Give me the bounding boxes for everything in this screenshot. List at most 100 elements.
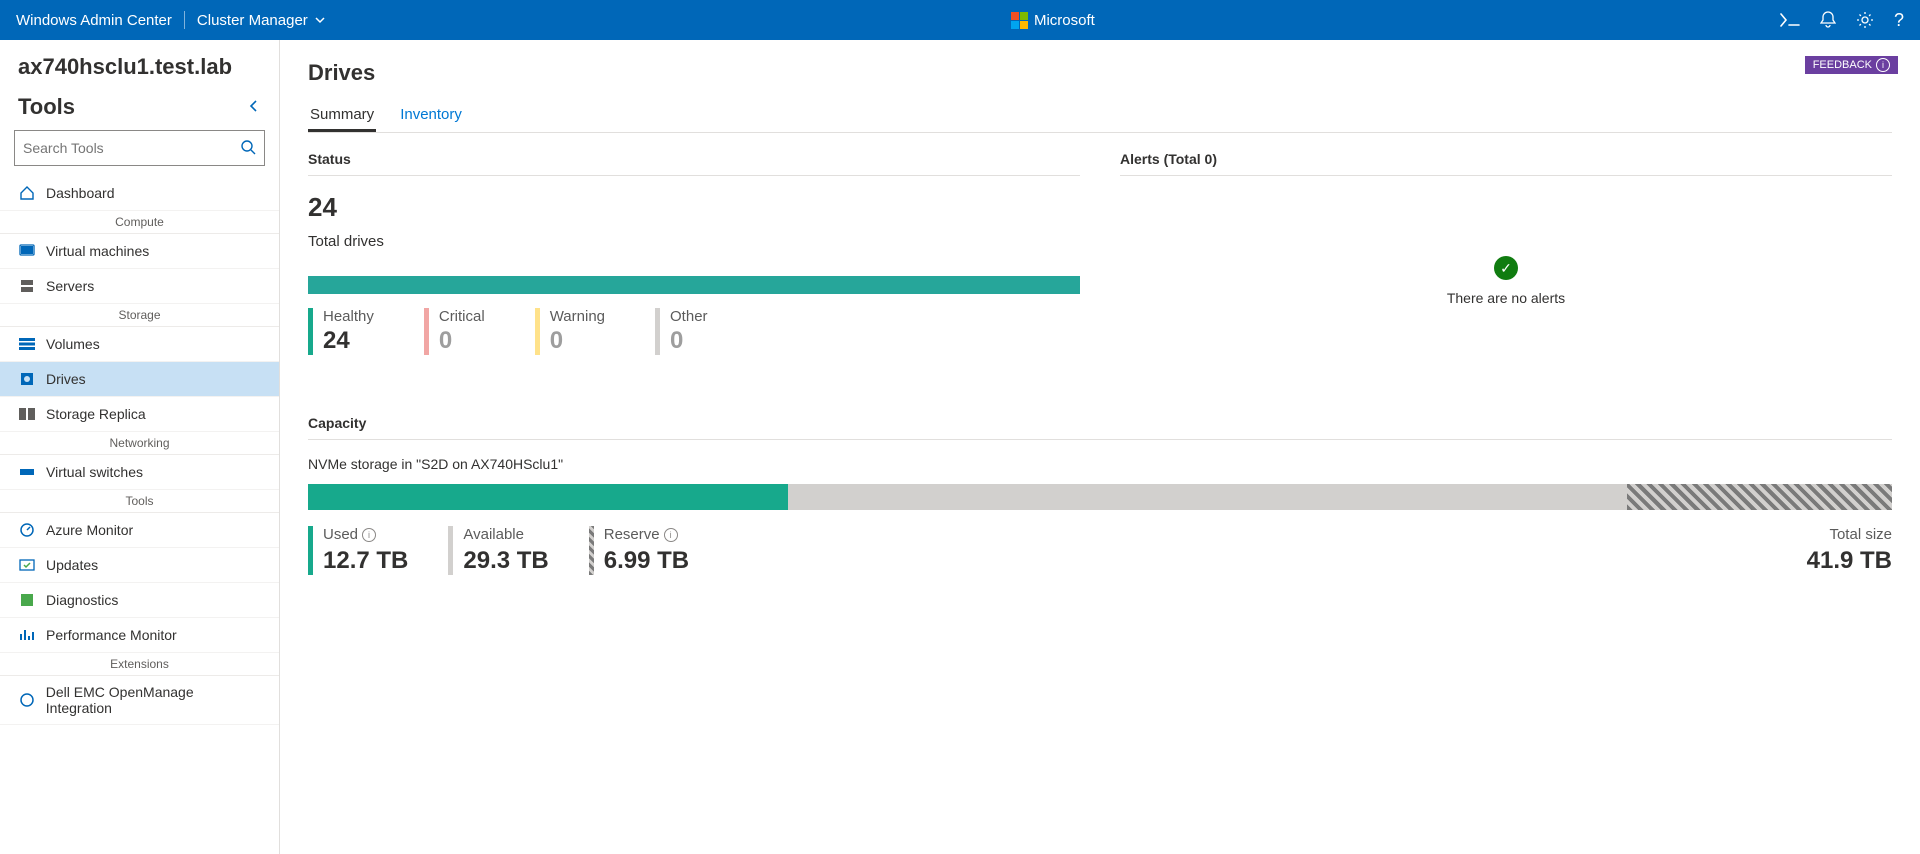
nav-label: Drives: [46, 371, 86, 387]
gear-icon: [1856, 11, 1874, 29]
nav-updates[interactable]: Updates: [0, 548, 279, 583]
tab-summary[interactable]: Summary: [308, 100, 376, 132]
status-other: Other 0: [655, 308, 708, 355]
other-value: 0: [670, 327, 708, 355]
alerts-heading: Alerts (Total 0): [1120, 151, 1892, 176]
nav-dell-omi[interactable]: Dell EMC OpenManage Integration: [0, 676, 279, 725]
nav-storage-replica[interactable]: Storage Replica: [0, 397, 279, 432]
healthy-value: 24: [323, 327, 374, 355]
context-switcher[interactable]: Cluster Manager: [197, 12, 326, 29]
status-warning: Warning 0: [535, 308, 605, 355]
nav-group-storage: Storage: [0, 304, 279, 327]
critical-label: Critical: [439, 308, 485, 325]
nav-label: Virtual switches: [46, 464, 143, 480]
checkmark-circle-icon: ✓: [1494, 256, 1518, 280]
updates-icon: [18, 556, 36, 574]
microsoft-logo-icon: [1011, 12, 1028, 29]
switch-icon: [18, 463, 36, 481]
capacity-reserve: Reserve i 6.99 TB: [589, 526, 689, 575]
feedback-label: FEEDBACK: [1813, 59, 1872, 71]
nav-diagnostics[interactable]: Diagnostics: [0, 583, 279, 618]
info-icon[interactable]: i: [362, 528, 376, 542]
replica-icon: [18, 405, 36, 423]
nav-volumes[interactable]: Volumes: [0, 327, 279, 362]
used-value: 12.7 TB: [323, 547, 408, 575]
nav-virtual-machines[interactable]: Virtual machines: [0, 234, 279, 269]
nav-azure-monitor[interactable]: Azure Monitor: [0, 513, 279, 548]
help-button[interactable]: ?: [1894, 10, 1904, 31]
settings-button[interactable]: [1856, 11, 1874, 29]
tools-heading: Tools: [18, 94, 75, 120]
capacity-heading: Capacity: [308, 415, 1892, 440]
nav-label: Virtual machines: [46, 243, 149, 259]
nav-dashboard[interactable]: Dashboard: [0, 176, 279, 211]
nav-group-tools: Tools: [0, 490, 279, 513]
page-title: Drives: [308, 60, 1892, 86]
info-icon[interactable]: i: [664, 528, 678, 542]
reserve-value: 6.99 TB: [604, 547, 689, 575]
status-bar: [308, 276, 1080, 294]
critical-value: 0: [439, 327, 485, 355]
tab-inventory[interactable]: Inventory: [398, 100, 464, 132]
brand-label[interactable]: Windows Admin Center: [16, 12, 172, 29]
total-drives-value: 24: [308, 192, 1080, 223]
help-icon: ?: [1894, 10, 1904, 31]
warning-label: Warning: [550, 308, 605, 325]
nav-label: Updates: [46, 557, 98, 573]
context-label: Cluster Manager: [197, 12, 308, 29]
alerts-section: Alerts (Total 0) ✓ There are no alerts: [1120, 151, 1892, 355]
nav-group-compute: Compute: [0, 211, 279, 234]
home-icon: [18, 184, 36, 202]
nav-list: Dashboard Compute Virtual machines Serve…: [0, 176, 279, 725]
feedback-button[interactable]: FEEDBACK i: [1805, 56, 1898, 74]
nav-label: Dashboard: [46, 185, 115, 201]
other-label: Other: [670, 308, 708, 325]
topbar: Windows Admin Center Cluster Manager Mic…: [0, 0, 1920, 40]
capacity-bar-used: [308, 484, 788, 510]
available-label: Available: [463, 526, 524, 543]
nav-drives[interactable]: Drives: [0, 362, 279, 397]
used-label: Used: [323, 526, 358, 543]
search-icon: [240, 139, 256, 158]
ms-brand[interactable]: Microsoft: [1011, 12, 1095, 29]
capacity-bar-reserve: [1627, 484, 1892, 510]
nav-servers[interactable]: Servers: [0, 269, 279, 304]
tabs: Summary Inventory: [308, 100, 1892, 133]
nav-label: Azure Monitor: [46, 522, 133, 538]
server-icon: [18, 277, 36, 295]
sidebar: ax740hsclu1.test.lab Tools Dashboard Com…: [0, 40, 280, 854]
search-tools-box[interactable]: [14, 130, 265, 166]
capacity-bar-available: [788, 484, 1628, 510]
status-critical: Critical 0: [424, 308, 485, 355]
topbar-divider: [184, 11, 185, 29]
reserve-label: Reserve: [604, 526, 660, 543]
ms-label: Microsoft: [1034, 12, 1095, 29]
azure-monitor-icon: [18, 521, 36, 539]
warning-value: 0: [550, 327, 605, 355]
nav-label: Storage Replica: [46, 406, 146, 422]
capacity-section: Capacity NVMe storage in "S2D on AX740HS…: [308, 415, 1892, 575]
capacity-total: Total size 41.9 TB: [1807, 526, 1892, 575]
drive-icon: [18, 370, 36, 388]
total-size-value: 41.9 TB: [1807, 547, 1892, 575]
nav-performance-monitor[interactable]: Performance Monitor: [0, 618, 279, 653]
collapse-sidebar-button[interactable]: [247, 99, 261, 116]
nav-virtual-switches[interactable]: Virtual switches: [0, 455, 279, 490]
nav-label: Performance Monitor: [46, 627, 177, 643]
shell-button[interactable]: [1780, 13, 1800, 27]
nav-group-networking: Networking: [0, 432, 279, 455]
main-content: FEEDBACK i Drives Summary Inventory Stat…: [280, 40, 1920, 854]
diagnostics-icon: [18, 591, 36, 609]
status-section: Status 24 Total drives Healthy 24 Critic…: [308, 151, 1080, 355]
chevron-down-icon: [314, 14, 326, 26]
nav-label: Dell EMC OpenManage Integration: [46, 684, 261, 716]
available-value: 29.3 TB: [463, 547, 548, 575]
notifications-button[interactable]: [1820, 11, 1836, 29]
chevron-left-icon: [247, 99, 261, 113]
dell-icon: [18, 691, 36, 709]
status-healthy: Healthy 24: [308, 308, 374, 355]
volumes-icon: [18, 335, 36, 353]
info-icon: i: [1876, 58, 1890, 72]
healthy-label: Healthy: [323, 308, 374, 325]
search-input[interactable]: [23, 140, 240, 156]
